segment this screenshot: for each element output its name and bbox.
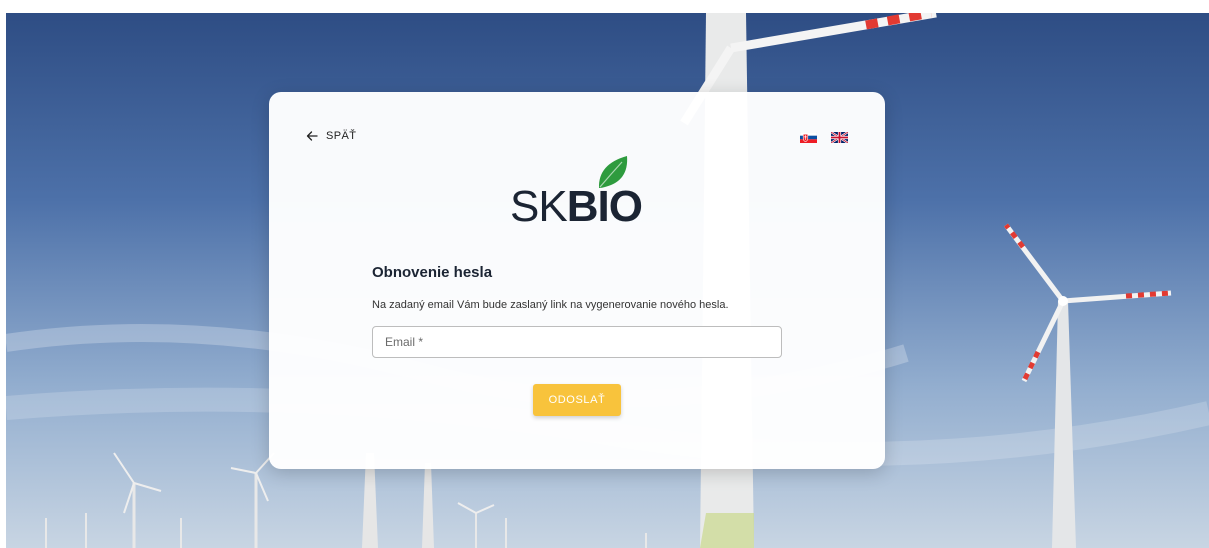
arrow-left-icon xyxy=(306,131,318,141)
flag-sk-icon[interactable] xyxy=(800,132,817,143)
email-input[interactable] xyxy=(373,327,781,357)
page-frame: SPÄŤ SKBIO Obnovenie hesla Na zadaný ema… xyxy=(6,13,1209,548)
back-link[interactable]: SPÄŤ xyxy=(306,130,356,142)
password-reset-card: SPÄŤ SKBIO Obnovenie hesla Na zadaný ema… xyxy=(269,92,885,469)
logo-wordmark: SKBIO xyxy=(510,182,643,232)
skbio-logo: SKBIO xyxy=(510,154,650,232)
email-field[interactable]: Email * xyxy=(372,326,782,358)
page-title: Obnovenie hesla xyxy=(372,264,493,281)
back-label: SPÄŤ xyxy=(326,130,357,142)
logo-text-bio: BIO xyxy=(566,182,643,231)
submit-button[interactable]: ODOSLAŤ xyxy=(533,384,621,416)
logo-text-sk: SK xyxy=(510,182,568,231)
language-switcher xyxy=(800,132,848,143)
form-description: Na zadaný email Vám bude zaslaný link na… xyxy=(372,299,729,311)
flag-gb-icon[interactable] xyxy=(831,132,848,143)
